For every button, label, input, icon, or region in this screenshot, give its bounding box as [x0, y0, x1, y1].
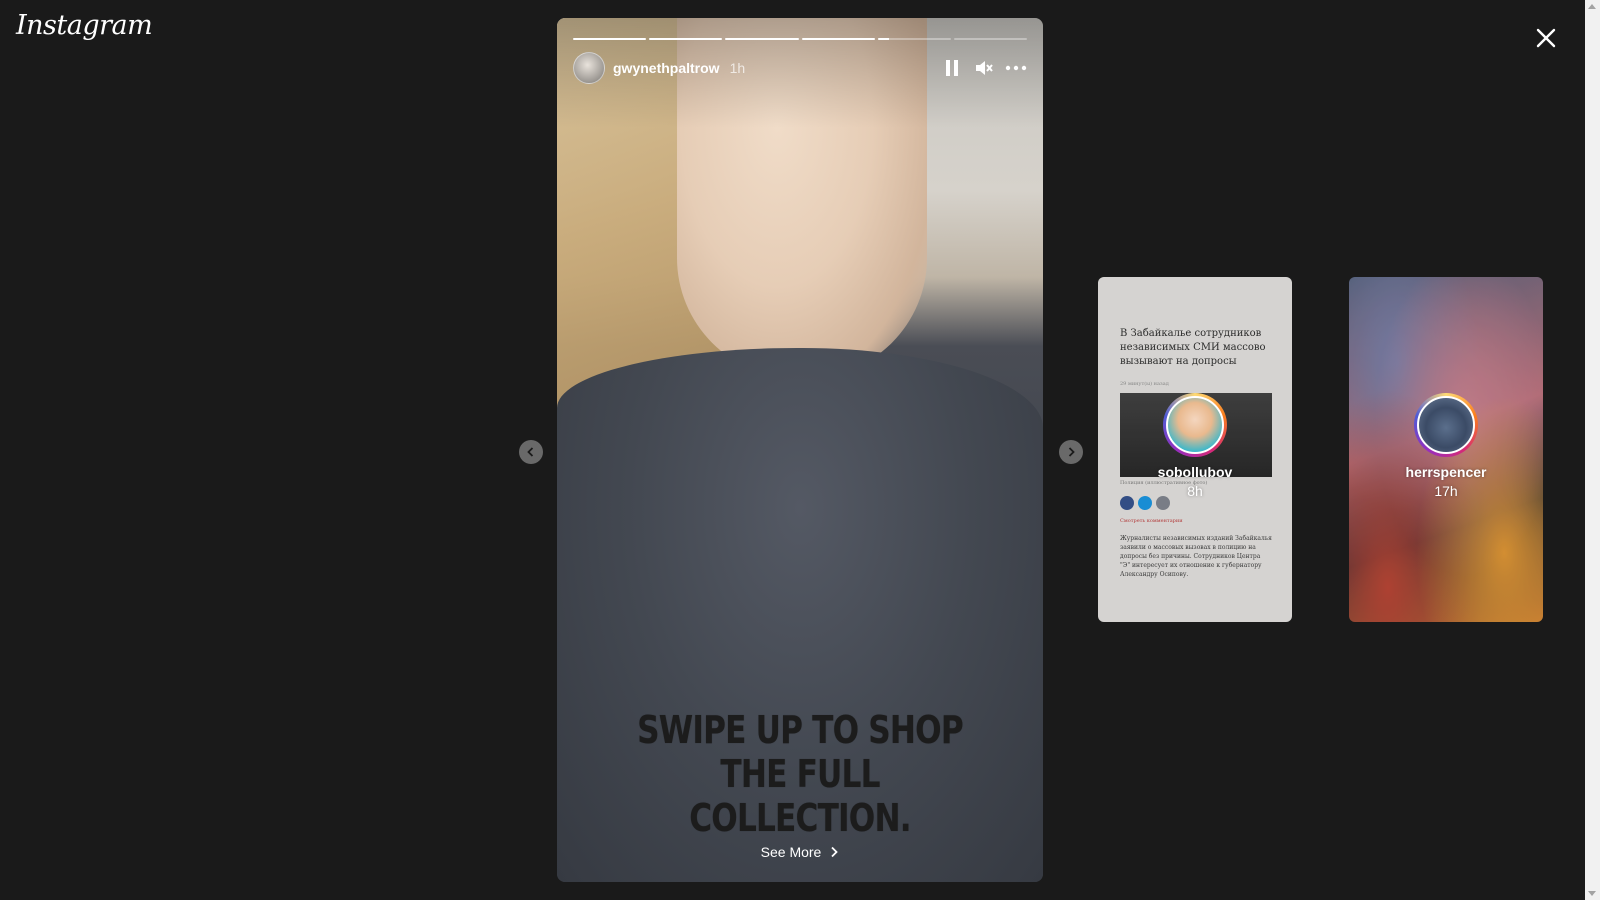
- story-caption-line: SWIPE UP TO SHOP THE FULL: [637, 708, 964, 796]
- mute-button[interactable]: [973, 57, 995, 79]
- story-progress-bar: [573, 38, 1028, 40]
- story-viewer[interactable]: gwynethpaltrow 1h SWIPE UP TO SHOP THE F…: [557, 18, 1043, 882]
- chevron-left-icon: [527, 447, 534, 457]
- avatar: [1414, 393, 1478, 457]
- scroll-down-arrow[interactable]: [1588, 891, 1596, 896]
- pause-icon: [946, 60, 958, 76]
- previous-story-button[interactable]: [519, 440, 543, 464]
- avatar[interactable]: [573, 52, 605, 84]
- more-options-button[interactable]: [1005, 57, 1027, 79]
- story-username[interactable]: gwynethpaltrow: [613, 60, 720, 76]
- story-timestamp: 1h: [729, 60, 746, 76]
- progress-segment: [649, 38, 723, 40]
- progress-segment: [877, 38, 951, 40]
- next-story-button[interactable]: [1059, 440, 1083, 464]
- preview-username: herrspencer: [1405, 464, 1487, 480]
- instagram-logo[interactable]: Instagram: [16, 10, 153, 41]
- story-preview-card[interactable]: В Забайкалье сотрудников независимых СМИ…: [1098, 277, 1292, 622]
- progress-segment: [573, 38, 647, 40]
- scroll-up-arrow[interactable]: [1588, 4, 1596, 9]
- preview-time: 8h: [1187, 483, 1203, 499]
- progress-segment: [801, 38, 875, 40]
- close-button[interactable]: [1530, 22, 1562, 54]
- progress-segment: [953, 38, 1028, 40]
- avatar: [1163, 393, 1227, 457]
- progress-segment: [725, 38, 799, 40]
- pause-button[interactable]: [941, 57, 963, 79]
- close-icon: [1536, 28, 1556, 48]
- story-header: gwynethpaltrow 1h: [573, 52, 1027, 84]
- story-caption-line: COLLECTION.: [689, 796, 911, 840]
- story-caption: SWIPE UP TO SHOP THE FULL COLLECTION.: [601, 708, 1000, 840]
- chevron-right-icon: [1068, 447, 1075, 457]
- see-more-link[interactable]: See More: [557, 844, 1043, 861]
- more-options-icon: [1005, 65, 1027, 71]
- see-more-label: See More: [760, 844, 822, 860]
- chevron-right-icon: [829, 845, 839, 861]
- story-preview-card[interactable]: herrspencer 17h: [1349, 277, 1543, 622]
- preview-time: 17h: [1434, 483, 1458, 499]
- scrollbar[interactable]: [1585, 0, 1600, 900]
- preview-username: sobollubov: [1157, 464, 1233, 480]
- muted-icon: [976, 61, 993, 75]
